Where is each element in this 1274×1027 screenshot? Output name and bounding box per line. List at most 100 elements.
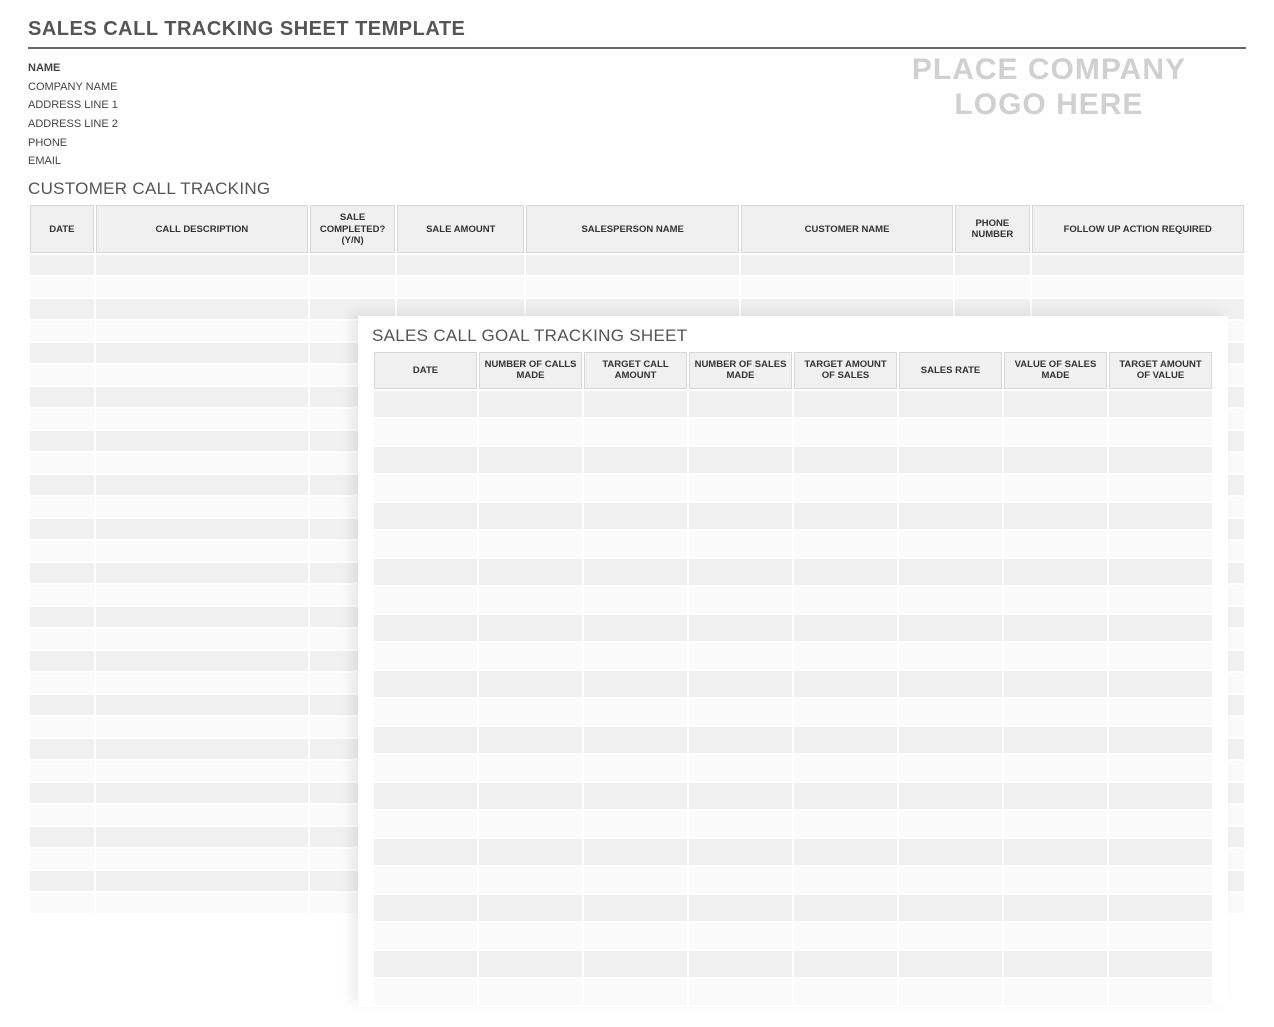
table-cell[interactable] (526, 255, 738, 275)
table-cell[interactable] (1004, 867, 1107, 893)
table-cell[interactable] (30, 871, 94, 891)
table-cell[interactable] (689, 447, 792, 473)
table-cell[interactable] (374, 559, 477, 585)
table-cell[interactable] (479, 419, 582, 445)
table-cell[interactable] (899, 391, 1002, 417)
table-cell[interactable] (689, 755, 792, 781)
table-cell[interactable] (899, 503, 1002, 529)
table-cell[interactable] (794, 867, 897, 893)
table-cell[interactable] (374, 531, 477, 557)
table-cell[interactable] (30, 629, 94, 649)
table-cell[interactable] (689, 503, 792, 529)
table-cell[interactable] (899, 587, 1002, 613)
table-cell[interactable] (1004, 951, 1107, 977)
table-cell[interactable] (1004, 419, 1107, 445)
table-cell[interactable] (1109, 839, 1212, 865)
table-cell[interactable] (689, 979, 792, 1005)
table-cell[interactable] (96, 277, 308, 297)
table-cell[interactable] (794, 755, 897, 781)
table-cell[interactable] (741, 277, 953, 297)
table-cell[interactable] (96, 321, 308, 341)
table-cell[interactable] (374, 951, 477, 977)
table-cell[interactable] (479, 447, 582, 473)
table-cell[interactable] (96, 651, 308, 671)
table-cell[interactable] (899, 727, 1002, 753)
table-cell[interactable] (479, 727, 582, 753)
table-cell[interactable] (30, 431, 94, 451)
table-cell[interactable] (479, 671, 582, 697)
table-cell[interactable] (30, 497, 94, 517)
table-cell[interactable] (1109, 559, 1212, 585)
table-cell[interactable] (1032, 255, 1244, 275)
table-cell[interactable] (479, 643, 582, 669)
table-cell[interactable] (96, 365, 308, 385)
table-cell[interactable] (1004, 783, 1107, 809)
table-cell[interactable] (1004, 391, 1107, 417)
table-cell[interactable] (96, 585, 308, 605)
table-cell[interactable] (899, 643, 1002, 669)
table-cell[interactable] (374, 923, 477, 949)
table-cell[interactable] (374, 671, 477, 697)
table-cell[interactable] (96, 717, 308, 737)
table-cell[interactable] (899, 839, 1002, 865)
table-cell[interactable] (584, 475, 687, 501)
table-cell[interactable] (96, 431, 308, 451)
table-cell[interactable] (374, 587, 477, 613)
table-cell[interactable] (1109, 391, 1212, 417)
table-cell[interactable] (1004, 923, 1107, 949)
table-cell[interactable] (374, 503, 477, 529)
table-cell[interactable] (1004, 979, 1107, 1005)
table-cell[interactable] (30, 651, 94, 671)
table-cell[interactable] (96, 673, 308, 693)
table-cell[interactable] (584, 643, 687, 669)
table-cell[interactable] (1109, 419, 1212, 445)
table-cell[interactable] (479, 923, 582, 949)
table-cell[interactable] (1109, 699, 1212, 725)
table-cell[interactable] (30, 717, 94, 737)
table-cell[interactable] (96, 893, 308, 913)
table-cell[interactable] (899, 895, 1002, 921)
table-cell[interactable] (374, 979, 477, 1005)
table-cell[interactable] (584, 503, 687, 529)
table-cell[interactable] (899, 419, 1002, 445)
table-cell[interactable] (1004, 699, 1107, 725)
table-cell[interactable] (30, 541, 94, 561)
table-cell[interactable] (584, 783, 687, 809)
table-cell[interactable] (96, 387, 308, 407)
table-cell[interactable] (96, 805, 308, 825)
table-cell[interactable] (794, 447, 897, 473)
table-cell[interactable] (30, 387, 94, 407)
table-cell[interactable] (374, 391, 477, 417)
table-cell[interactable] (1109, 923, 1212, 949)
table-cell[interactable] (96, 871, 308, 891)
table-cell[interactable] (584, 951, 687, 977)
table-cell[interactable] (30, 805, 94, 825)
table-cell[interactable] (689, 587, 792, 613)
table-cell[interactable] (374, 811, 477, 837)
table-cell[interactable] (794, 559, 897, 585)
table-cell[interactable] (374, 895, 477, 921)
table-cell[interactable] (584, 699, 687, 725)
table-cell[interactable] (1004, 447, 1107, 473)
table-cell[interactable] (374, 615, 477, 641)
table-cell[interactable] (584, 811, 687, 837)
table-cell[interactable] (794, 615, 897, 641)
table-cell[interactable] (899, 615, 1002, 641)
table-cell[interactable] (899, 979, 1002, 1005)
table-cell[interactable] (96, 849, 308, 869)
table-cell[interactable] (30, 827, 94, 847)
table-cell[interactable] (1004, 531, 1107, 557)
table-cell[interactable] (1004, 475, 1107, 501)
table-cell[interactable] (794, 419, 897, 445)
table-cell[interactable] (794, 895, 897, 921)
table-cell[interactable] (794, 671, 897, 697)
table-cell[interactable] (584, 447, 687, 473)
table-cell[interactable] (30, 783, 94, 803)
table-cell[interactable] (899, 951, 1002, 977)
table-cell[interactable] (689, 475, 792, 501)
table-cell[interactable] (96, 541, 308, 561)
table-cell[interactable] (794, 783, 897, 809)
table-cell[interactable] (96, 739, 308, 759)
table-cell[interactable] (794, 699, 897, 725)
table-cell[interactable] (30, 365, 94, 385)
